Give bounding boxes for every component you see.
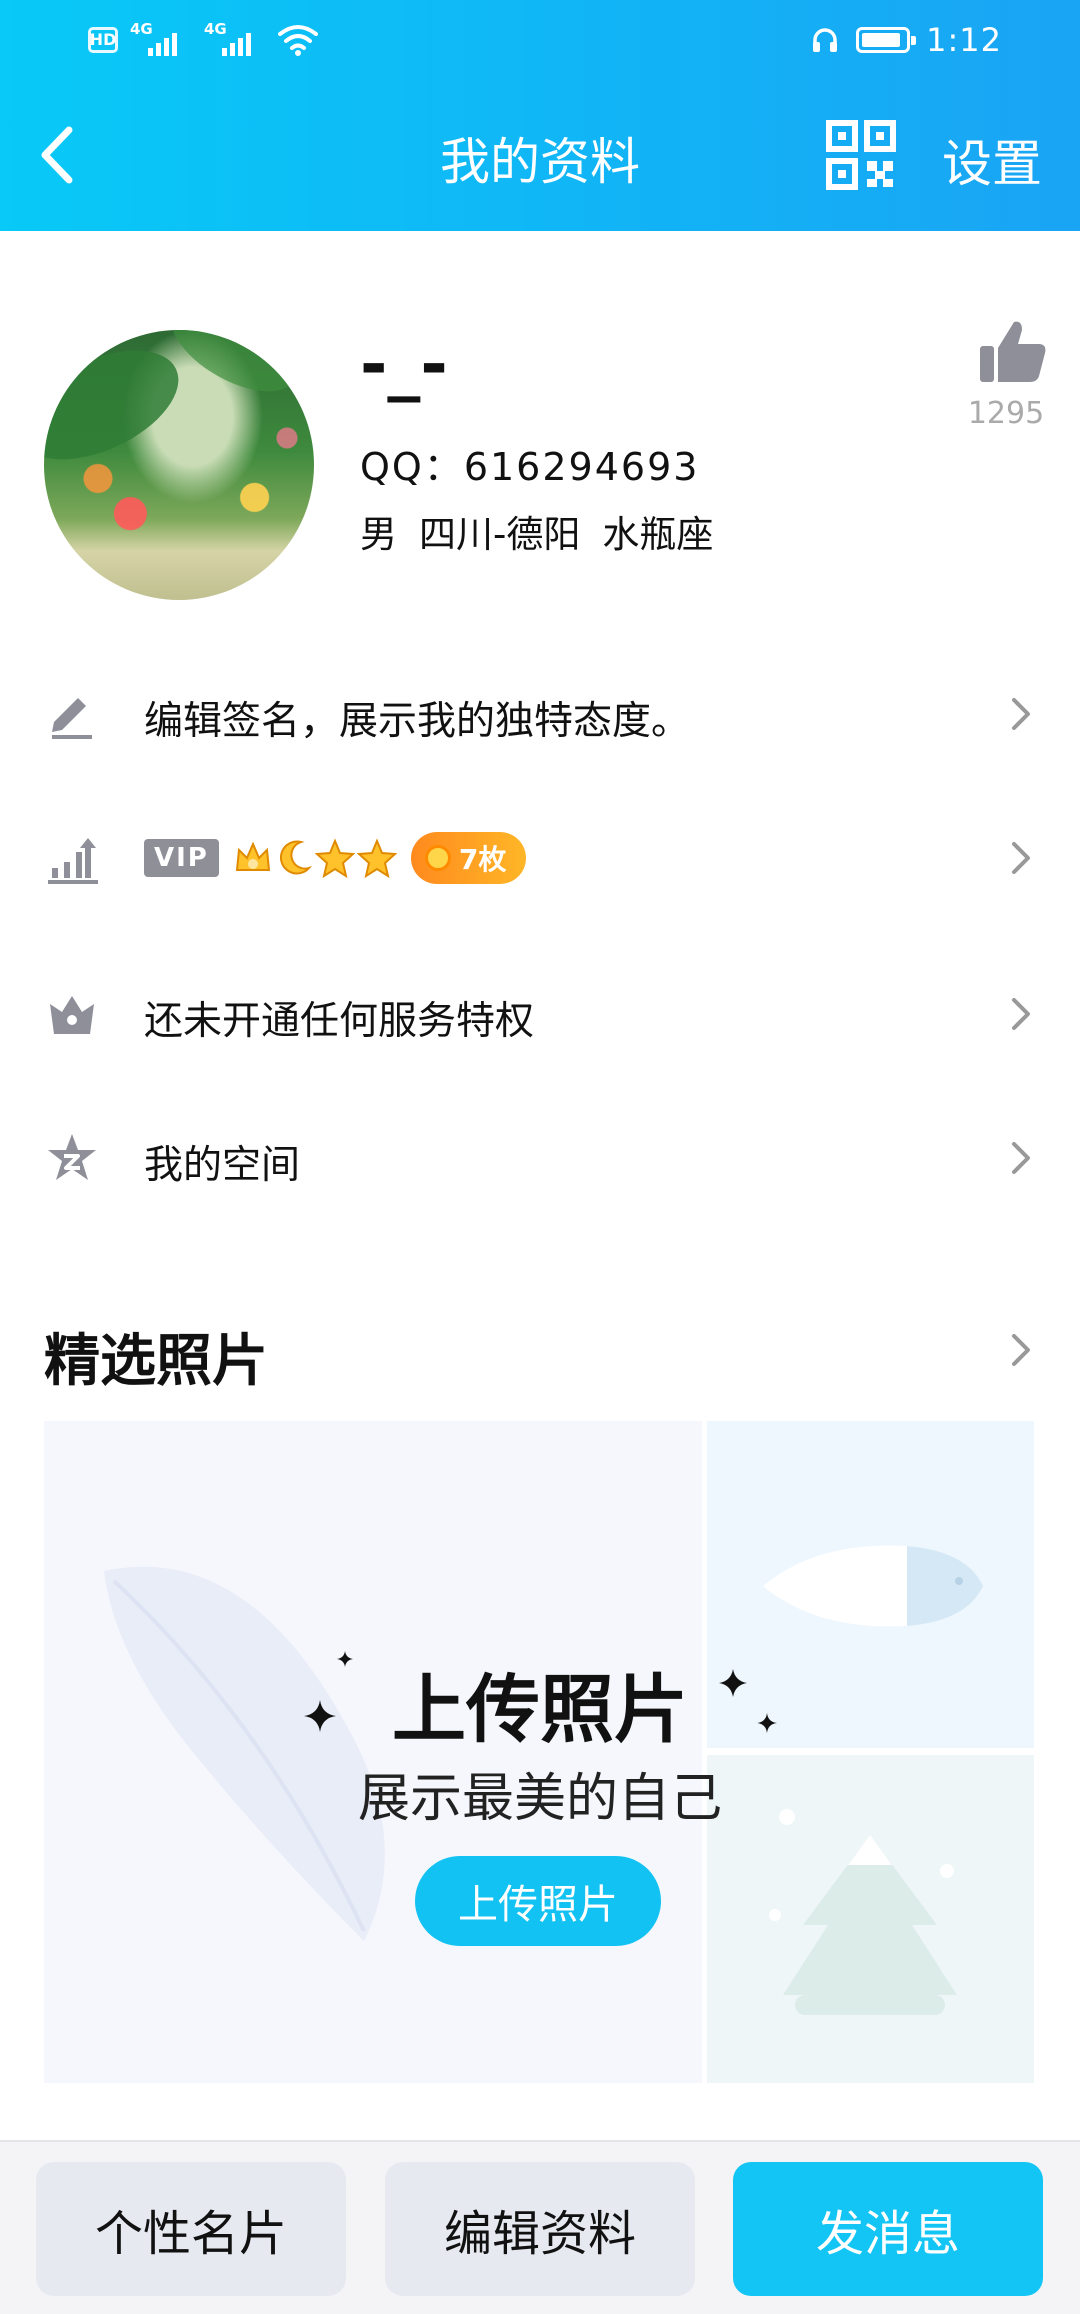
cellular-signal-1: 4G <box>130 20 192 60</box>
battery-icon <box>856 27 917 53</box>
zodiac: 水瓶座 <box>602 513 714 556</box>
star-icon <box>314 838 355 878</box>
medal-badge[interactable]: 7枚 <box>410 832 527 884</box>
service-privilege-label: 还未开通任何服务特权 <box>144 999 535 1044</box>
qr-code-button[interactable] <box>826 120 896 190</box>
cellular-signal-2: 4G <box>204 20 266 60</box>
edit-pen-icon <box>52 698 92 739</box>
send-message-button[interactable]: 发消息 <box>733 2162 1043 2296</box>
like-count: 1295 <box>967 396 1045 431</box>
signature-row[interactable]: 编辑签名，展示我的独特态度。 <box>0 654 1080 774</box>
profile-card-button[interactable]: 个性名片 <box>36 2162 346 2296</box>
chevron-right-icon <box>1012 698 1030 730</box>
upload-photo-title: 上传照片 <box>392 1667 688 1753</box>
signature-label: 编辑签名，展示我的独特态度。 <box>144 699 691 744</box>
thumbs-up-icon <box>979 321 1045 382</box>
my-space-row[interactable]: 我的空间 <box>0 1098 1080 1218</box>
status-bar-right: 1:12 <box>810 20 1002 60</box>
like-button[interactable]: 1295 <box>958 318 1054 438</box>
avatar[interactable] <box>44 330 314 600</box>
wifi-icon <box>278 25 318 56</box>
vip-badge: VIP <box>144 839 219 877</box>
profile-info-line: 男四川-德阳 水瓶座 <box>360 504 735 558</box>
service-privilege-row[interactable]: 还未开通任何服务特权 <box>0 954 1080 1074</box>
headphones-icon <box>813 28 838 52</box>
level-icons <box>233 838 397 878</box>
gender: 男 <box>360 513 397 556</box>
qzone-star-icon <box>48 1134 96 1180</box>
settings-button[interactable]: 设置 <box>942 124 1042 196</box>
qq-label: QQ： <box>360 445 464 489</box>
qq-number: 616294693 <box>463 445 700 489</box>
signal-bars-icon <box>222 33 251 56</box>
hd-badge: HD <box>88 27 118 53</box>
medal-icon <box>424 845 451 871</box>
page-title: 我的资料 <box>440 133 640 191</box>
medal-count: 7枚 <box>458 843 507 876</box>
location: 四川-德阳 <box>419 513 581 556</box>
my-space-label: 我的空间 <box>144 1143 301 1188</box>
status-bar: HD 4G 4G 1:12 <box>0 0 1080 80</box>
level-chart-icon <box>48 838 98 884</box>
status-time: 1:12 <box>926 21 1002 59</box>
edit-profile-button[interactable]: 编辑资料 <box>385 2162 695 2296</box>
upload-photo-subtitle: 展示最美的自己 <box>357 1769 722 1829</box>
chevron-right-icon <box>1012 842 1030 874</box>
featured-photos-title: 精选照片 <box>44 1329 268 1394</box>
status-bar-left: HD 4G 4G <box>88 20 318 60</box>
vip-level-row[interactable]: VIP 7枚 <box>0 798 1080 918</box>
crown-service-icon <box>50 996 94 1034</box>
qq-number-line: QQ：616294693 <box>360 436 699 491</box>
qr-code-icon <box>826 120 896 190</box>
nickname: -_- <box>360 326 448 403</box>
upload-photo-button[interactable]: 上传照片 <box>415 1856 661 1946</box>
nav-bar: 我的资料 设置 <box>0 100 1080 210</box>
battery-level <box>862 33 900 47</box>
crown-icon <box>235 841 270 871</box>
chevron-right-icon <box>1012 998 1030 1030</box>
star-icon <box>356 838 397 878</box>
bottom-action-bar: 个性名片 编辑资料 发消息 <box>0 2140 1080 2314</box>
moon-icon <box>279 840 312 875</box>
chevron-right-icon <box>1012 1142 1030 1174</box>
chevron-right-icon[interactable] <box>1004 1330 1038 1370</box>
header: HD 4G 4G 1:12 我的资料 设置 <box>0 0 1080 231</box>
signal-bars-icon <box>148 33 177 56</box>
level-badges: VIP 7枚 <box>144 826 527 890</box>
